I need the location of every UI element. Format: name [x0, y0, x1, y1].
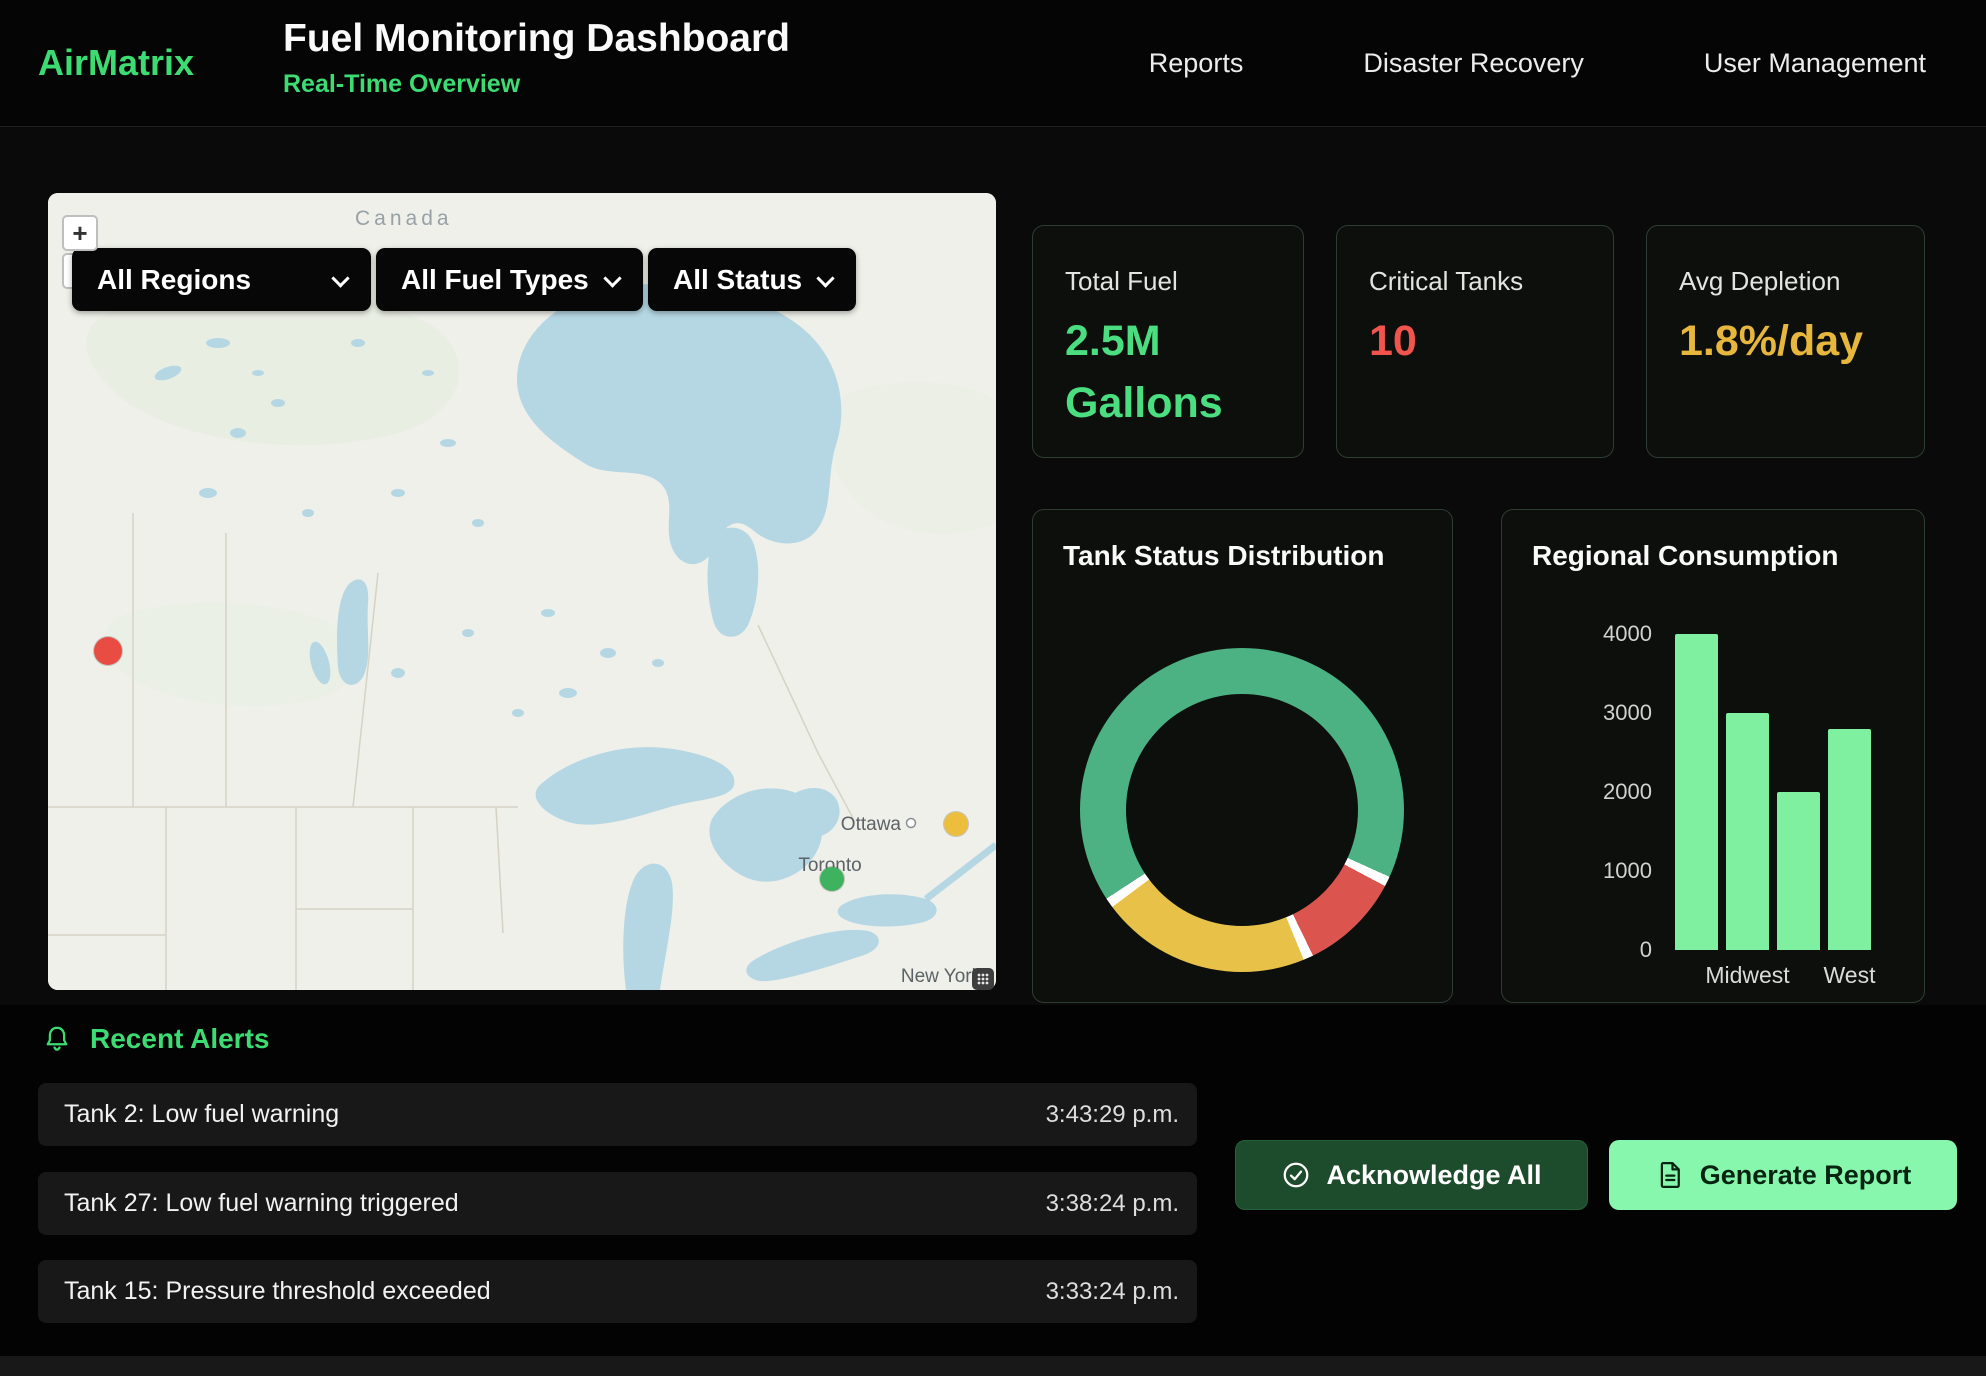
y-tick-label: 0	[1640, 937, 1652, 963]
bar-chart-title: Regional Consumption	[1532, 540, 1838, 572]
alerts-title: Recent Alerts	[90, 1023, 269, 1055]
map[interactable]: Canada Ottawa Toronto New York − + All R…	[48, 193, 996, 990]
bell-icon	[42, 1024, 72, 1054]
stat-label: Critical Tanks	[1369, 266, 1523, 297]
resize-grip-icon[interactable]	[972, 968, 994, 990]
chevron-down-icon	[331, 269, 349, 287]
acknowledge-all-label: Acknowledge All	[1326, 1160, 1541, 1191]
generate-report-button[interactable]: Generate Report	[1609, 1140, 1957, 1210]
recent-alerts-section: Recent Alerts Tank 2: Low fuel warning 3…	[0, 1005, 1986, 1356]
bar[interactable]	[1675, 634, 1718, 950]
zoom-in-button[interactable]: +	[62, 215, 98, 251]
alert-text: Tank 2: Low fuel warning	[64, 1100, 339, 1129]
nav-disaster-recovery[interactable]: Disaster Recovery	[1363, 48, 1584, 79]
city-dot-ottawa	[907, 819, 916, 828]
bar-x-label: Midwest	[1705, 962, 1789, 989]
map-filters: All Regions All Fuel Types All Status	[48, 248, 996, 311]
generate-report-label: Generate Report	[1700, 1160, 1912, 1191]
y-tick-label: 2000	[1603, 779, 1652, 805]
status-filter-value: All Status	[673, 264, 802, 296]
alert-row[interactable]: Tank 27: Low fuel warning triggered 3:38…	[38, 1172, 1197, 1235]
alert-row[interactable]: Tank 2: Low fuel warning 3:43:29 p.m.	[38, 1083, 1197, 1146]
stat-value: 1.8%/day	[1679, 310, 1864, 372]
map-label-canada: Canada	[355, 207, 453, 230]
fuel-type-filter-select[interactable]: All Fuel Types	[376, 248, 643, 311]
bar-rect	[1675, 634, 1718, 950]
page-title: Fuel Monitoring Dashboard	[283, 17, 790, 61]
grip-dots-icon	[976, 972, 990, 986]
stat-card-avg-depletion: Avg Depletion 1.8%/day	[1646, 225, 1925, 458]
chevron-down-icon	[816, 269, 834, 287]
nav-user-management[interactable]: User Management	[1704, 48, 1926, 79]
stat-label: Total Fuel	[1065, 266, 1178, 297]
donut-hole	[1126, 694, 1358, 926]
map-label-new-york: New York	[901, 966, 982, 987]
y-tick-label: 4000	[1603, 621, 1652, 647]
alert-time: 3:33:24 p.m.	[1046, 1278, 1179, 1306]
alert-row[interactable]: Tank 15: Pressure threshold exceeded 3:3…	[38, 1260, 1197, 1323]
bar-x-label: West	[1824, 962, 1876, 989]
header: AirMatrix Fuel Monitoring Dashboard Real…	[0, 0, 1986, 127]
bar-rect	[1828, 729, 1871, 950]
region-filter-value: All Regions	[97, 264, 251, 296]
bar[interactable]	[1777, 634, 1820, 950]
map-marker[interactable]	[944, 812, 968, 836]
stat-card-total-fuel: Total Fuel 2.5M Gallons	[1032, 225, 1304, 458]
donut-chart-title: Tank Status Distribution	[1063, 540, 1385, 572]
chevron-down-icon	[603, 269, 621, 287]
region-filter-select[interactable]: All Regions	[72, 248, 371, 311]
bar[interactable]: Midwest	[1726, 634, 1769, 950]
alerts-header: Recent Alerts	[42, 1023, 269, 1055]
fuel-type-filter-value: All Fuel Types	[401, 264, 589, 296]
bar-chart[interactable]: 01000200030004000 MidwestWest	[1564, 634, 1871, 950]
stat-value: 10	[1369, 310, 1554, 372]
stat-card-critical-tanks: Critical Tanks 10	[1336, 225, 1614, 458]
donut-chart[interactable]	[1080, 648, 1404, 972]
nav-reports[interactable]: Reports	[1149, 48, 1244, 79]
alert-text: Tank 27: Low fuel warning triggered	[64, 1189, 459, 1218]
map-marker[interactable]	[820, 867, 844, 891]
brand-logo[interactable]: AirMatrix	[38, 42, 194, 84]
bar[interactable]: West	[1828, 634, 1871, 950]
main-nav: Reports Disaster Recovery User Managemen…	[1149, 0, 1926, 127]
acknowledge-all-button[interactable]: Acknowledge All	[1235, 1140, 1588, 1210]
title-block: Fuel Monitoring Dashboard Real-Time Over…	[283, 17, 790, 99]
stat-label: Avg Depletion	[1679, 266, 1840, 297]
map-canvas: Canada Ottawa Toronto New York	[48, 193, 996, 990]
bar-y-axis: 01000200030004000	[1564, 634, 1652, 950]
y-tick-label: 1000	[1603, 858, 1652, 884]
status-filter-select[interactable]: All Status	[648, 248, 856, 311]
page-subtitle: Real-Time Overview	[283, 70, 790, 99]
bar-rect	[1726, 713, 1769, 950]
bar-plot: Midwest West	[1675, 634, 1871, 950]
tank-status-card: Tank Status Distribution	[1032, 509, 1453, 1003]
map-label-ottawa: Ottawa	[841, 814, 902, 835]
alert-text: Tank 15: Pressure threshold exceeded	[64, 1277, 491, 1306]
check-circle-icon	[1281, 1160, 1311, 1190]
y-tick-label: 3000	[1603, 700, 1652, 726]
document-icon	[1655, 1160, 1685, 1190]
stat-value: 2.5M Gallons	[1065, 310, 1250, 435]
bar-rect	[1777, 792, 1820, 950]
alert-time: 3:43:29 p.m.	[1046, 1101, 1179, 1129]
footer-strip	[0, 1356, 1986, 1376]
regional-consumption-card: Regional Consumption 0 1000 2000 3000 4000 M…	[1501, 509, 1925, 1003]
map-marker[interactable]	[94, 637, 122, 665]
alert-time: 3:38:24 p.m.	[1046, 1190, 1179, 1218]
